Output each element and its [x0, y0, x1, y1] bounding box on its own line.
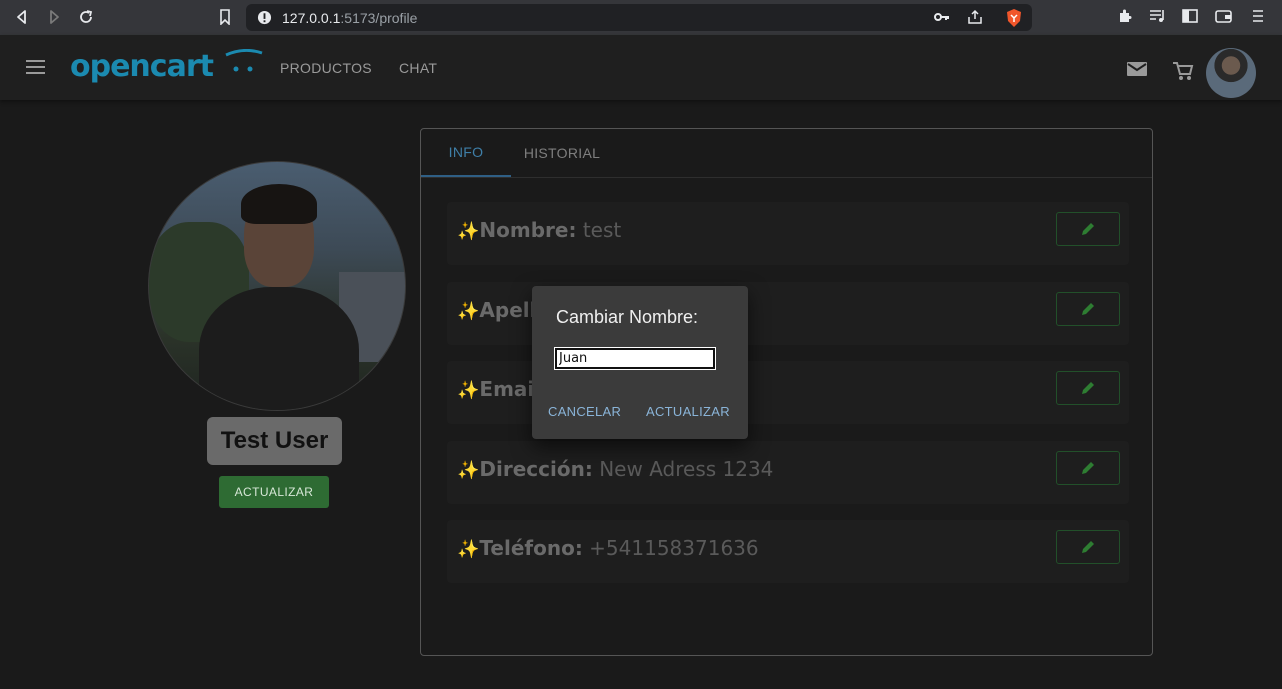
change-name-dialog: Cambiar Nombre: CANCELAR ACTUALIZAR	[532, 286, 748, 439]
sparkle-icon: ✨	[457, 460, 480, 481]
pencil-icon	[1082, 541, 1094, 553]
confirm-update-button[interactable]: ACTUALIZAR	[646, 404, 730, 419]
user-name-box: Test User	[207, 417, 342, 465]
address-bar[interactable]: 127.0.0.1:5173/profile	[246, 4, 1032, 31]
back-icon[interactable]	[13, 8, 31, 26]
pencil-icon	[1082, 462, 1094, 474]
site-info-icon[interactable]	[257, 10, 272, 30]
edit-nombre-button[interactable]	[1056, 212, 1120, 246]
media-queue-icon[interactable]	[1149, 8, 1167, 26]
sidebar-icon[interactable]	[1182, 8, 1200, 26]
pencil-icon	[1082, 223, 1094, 235]
edit-telefono-button[interactable]	[1056, 530, 1120, 564]
field-value: test	[582, 218, 622, 242]
pencil-icon	[1082, 382, 1094, 394]
tab-historial[interactable]: HISTORIAL	[511, 129, 613, 177]
field-value: +541158371636	[589, 536, 759, 560]
field-row-telefono: ✨Teléfono: +541158371636	[447, 520, 1129, 583]
key-icon[interactable]	[934, 10, 950, 29]
field-label: Nombre:	[479, 218, 577, 242]
wallet-icon[interactable]	[1215, 8, 1233, 26]
user-name: Test User	[220, 427, 329, 454]
sparkle-icon: ✨	[457, 380, 480, 401]
name-input[interactable]	[554, 347, 716, 370]
sparkle-icon: ✨	[457, 539, 480, 560]
user-avatar[interactable]	[1206, 48, 1256, 98]
edit-email-button[interactable]	[1056, 371, 1120, 405]
extensions-icon[interactable]	[1117, 8, 1135, 26]
field-label: Teléfono:	[479, 536, 583, 560]
url-text: 127.0.0.1:5173/profile	[282, 10, 418, 26]
cart-icon[interactable]	[1172, 60, 1194, 82]
tab-bar: INFO HISTORIAL	[421, 129, 1152, 178]
pencil-icon	[1082, 303, 1094, 315]
update-profile-button[interactable]: ACTUALIZAR	[219, 476, 329, 508]
cancel-button[interactable]: CANCELAR	[548, 404, 621, 419]
dialog-title: Cambiar Nombre:	[556, 307, 699, 327]
profile-photo	[148, 161, 406, 411]
share-icon[interactable]	[967, 9, 983, 30]
tab-info[interactable]: INFO	[421, 129, 511, 177]
profile-card: INFO HISTORIAL ✨Nombre: test ✨Apellido: …	[420, 128, 1153, 656]
reload-icon[interactable]	[77, 8, 95, 26]
forward-icon[interactable]	[45, 8, 63, 26]
nav-chat[interactable]: CHAT	[399, 60, 437, 76]
field-row-nombre: ✨Nombre: test	[447, 202, 1129, 265]
brave-shield-icon[interactable]	[1005, 8, 1023, 33]
opencart-logo[interactable]: opencart	[70, 48, 264, 84]
browser-toolbar: 127.0.0.1:5173/profile	[0, 0, 1282, 35]
mail-icon[interactable]	[1126, 60, 1148, 82]
sparkle-icon: ✨	[457, 301, 480, 322]
bookmark-icon[interactable]	[216, 8, 234, 26]
nav-productos[interactable]: PRODUCTOS	[280, 60, 372, 76]
edit-apellido-button[interactable]	[1056, 292, 1120, 326]
hamburger-menu-icon[interactable]	[26, 60, 46, 76]
browser-menu-icon[interactable]	[1251, 8, 1269, 26]
app-header: opencart PRODUCTOS CHAT	[0, 35, 1282, 100]
edit-direccion-button[interactable]	[1056, 451, 1120, 485]
sparkle-icon: ✨	[457, 221, 480, 242]
field-value: New Adress 1234	[599, 457, 774, 481]
field-row-direccion: ✨Dirección: New Adress 1234	[447, 441, 1129, 504]
field-label: Dirección:	[479, 457, 593, 481]
